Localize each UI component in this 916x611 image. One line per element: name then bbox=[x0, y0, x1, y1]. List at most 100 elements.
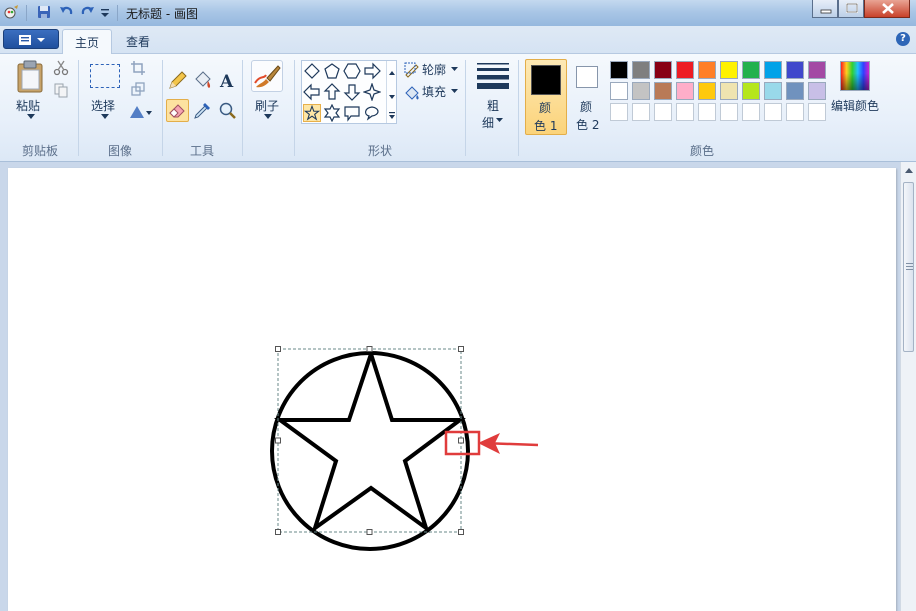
palette-swatch[interactable] bbox=[808, 103, 826, 121]
palette-swatch[interactable] bbox=[676, 82, 694, 100]
palette-swatch[interactable] bbox=[610, 61, 628, 79]
palette-swatch[interactable] bbox=[786, 61, 804, 79]
palette-swatch[interactable] bbox=[676, 103, 694, 121]
palette-swatch[interactable] bbox=[742, 61, 760, 79]
palette-swatch[interactable] bbox=[632, 61, 650, 79]
select-dropdown-icon[interactable] bbox=[101, 114, 109, 120]
palette-swatch[interactable] bbox=[764, 103, 782, 121]
color2-label-line1: 颜 bbox=[580, 100, 593, 114]
palette-swatch[interactable] bbox=[808, 61, 826, 79]
outline-dropdown-icon[interactable] bbox=[451, 67, 458, 72]
select-icon[interactable] bbox=[90, 64, 120, 88]
customize-qat-dropdown-icon[interactable] bbox=[100, 4, 110, 20]
crop-icon[interactable] bbox=[130, 60, 146, 76]
pentagon-shape-icon[interactable] bbox=[323, 62, 341, 80]
palette-swatch[interactable] bbox=[742, 82, 760, 100]
pencil-icon bbox=[169, 71, 187, 89]
palette-swatch[interactable] bbox=[654, 82, 672, 100]
rotate-icon[interactable] bbox=[128, 104, 154, 120]
palette-swatch[interactable] bbox=[786, 103, 804, 121]
fill-dropdown-icon[interactable] bbox=[451, 89, 458, 94]
size-label-line2[interactable]: 细 bbox=[482, 114, 494, 131]
color-picker-tool[interactable] bbox=[191, 99, 214, 122]
palette-swatch[interactable] bbox=[720, 103, 738, 121]
right-arrow-shape-icon[interactable] bbox=[363, 62, 381, 80]
maximize-button[interactable] bbox=[838, 0, 864, 18]
fill-shape-icon[interactable] bbox=[404, 84, 420, 100]
palette-swatch[interactable] bbox=[764, 61, 782, 79]
minimize-icon bbox=[820, 9, 832, 14]
palette-swatch[interactable] bbox=[720, 61, 738, 79]
redo-icon[interactable] bbox=[80, 4, 96, 20]
rect-callout-shape-icon[interactable] bbox=[343, 104, 361, 122]
brushes-dropdown-icon[interactable] bbox=[264, 114, 272, 120]
drawing-canvas[interactable] bbox=[8, 168, 896, 611]
edit-colors-label[interactable]: 编辑颜色 bbox=[831, 97, 879, 114]
palette-swatch[interactable] bbox=[720, 82, 738, 100]
eraser-tool[interactable] bbox=[166, 99, 189, 122]
palette-swatch[interactable] bbox=[742, 103, 760, 121]
color2-button[interactable]: 颜 色 2 bbox=[572, 59, 604, 135]
outline-button-label[interactable]: 轮廓 bbox=[422, 61, 446, 78]
paste-dropdown-icon[interactable] bbox=[27, 114, 35, 120]
text-tool[interactable]: A bbox=[216, 69, 239, 92]
scrollbar-thumb[interactable] bbox=[903, 182, 914, 352]
left-arrow-shape-icon[interactable] bbox=[303, 83, 321, 101]
hexagon-shape-icon[interactable] bbox=[343, 62, 361, 80]
palette-swatch[interactable] bbox=[676, 61, 694, 79]
palette-swatch[interactable] bbox=[698, 61, 716, 79]
size-label-line1[interactable]: 粗 bbox=[487, 97, 499, 114]
paste-icon[interactable] bbox=[15, 60, 45, 94]
close-button[interactable] bbox=[864, 0, 910, 18]
cut-icon[interactable] bbox=[53, 60, 69, 76]
brushes-button[interactable] bbox=[251, 60, 283, 92]
four-point-star-shape-icon[interactable] bbox=[363, 83, 381, 101]
paste-button-label[interactable]: 粘贴 bbox=[16, 97, 40, 114]
help-icon[interactable]: ? bbox=[896, 32, 910, 46]
palette-swatch[interactable] bbox=[786, 82, 804, 100]
group-separator bbox=[242, 60, 243, 156]
outline-icon[interactable] bbox=[404, 62, 420, 78]
diamond-shape-icon[interactable] bbox=[303, 62, 321, 80]
oval-callout-shape-icon[interactable] bbox=[363, 104, 381, 122]
resize-icon[interactable] bbox=[130, 81, 146, 97]
up-arrow-shape-icon[interactable] bbox=[323, 83, 341, 101]
palette-swatch[interactable] bbox=[808, 82, 826, 100]
down-arrow-shape-icon[interactable] bbox=[343, 83, 361, 101]
group-separator bbox=[162, 60, 163, 156]
palette-swatch[interactable] bbox=[632, 82, 650, 100]
palette-swatch[interactable] bbox=[654, 103, 672, 121]
minimize-button[interactable] bbox=[812, 0, 838, 18]
palette-swatch[interactable] bbox=[698, 82, 716, 100]
pencil-tool[interactable] bbox=[166, 69, 189, 92]
five-point-star-shape-icon[interactable] bbox=[303, 104, 321, 122]
save-icon[interactable] bbox=[36, 4, 52, 20]
size-dropdown-icon[interactable] bbox=[496, 118, 503, 123]
six-point-star-shape-icon[interactable] bbox=[323, 104, 341, 122]
brushes-button-label[interactable]: 刷子 bbox=[255, 97, 279, 114]
magnifier-tool[interactable] bbox=[216, 99, 239, 122]
shapes-gallery-scrollbar[interactable] bbox=[386, 61, 396, 123]
vertical-scrollbar[interactable] bbox=[900, 162, 916, 611]
palette-swatch[interactable] bbox=[764, 82, 782, 100]
canvas-drawing[interactable] bbox=[8, 168, 896, 611]
select-button-label[interactable]: 选择 bbox=[91, 97, 115, 114]
palette-swatch[interactable] bbox=[610, 103, 628, 121]
color1-button[interactable]: 颜 色 1 bbox=[525, 59, 567, 135]
fill-tool[interactable] bbox=[191, 69, 214, 92]
paint-menu-button[interactable] bbox=[3, 29, 59, 49]
color1-label-line1: 颜 bbox=[539, 101, 552, 115]
edit-colors-icon[interactable] bbox=[840, 61, 870, 91]
copy-icon[interactable] bbox=[53, 82, 69, 98]
tab-view[interactable]: 查看 bbox=[114, 29, 162, 54]
tab-home[interactable]: 主页 bbox=[62, 29, 113, 54]
palette-swatch[interactable] bbox=[632, 103, 650, 121]
undo-icon[interactable] bbox=[58, 4, 74, 20]
line-size-icon[interactable] bbox=[477, 62, 509, 90]
paint-app-icon[interactable] bbox=[4, 4, 20, 20]
scroll-up-arrow-icon[interactable] bbox=[904, 166, 914, 176]
palette-swatch[interactable] bbox=[610, 82, 628, 100]
fill-button-label[interactable]: 填充 bbox=[422, 83, 446, 100]
palette-swatch[interactable] bbox=[654, 61, 672, 79]
palette-swatch[interactable] bbox=[698, 103, 716, 121]
